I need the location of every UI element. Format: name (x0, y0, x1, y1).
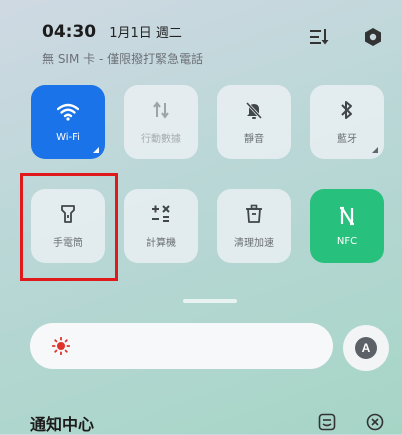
expand-indicator (372, 147, 378, 153)
tile-label: 計算機 (146, 238, 176, 249)
calculator-icon (150, 203, 172, 225)
status-bar: 04:30 1月1日 週二 (42, 22, 182, 42)
tile-label: Wi-Fi (56, 132, 80, 143)
tile-label: 清理加速 (234, 238, 274, 249)
tile-bluetooth[interactable]: 藍牙 (310, 85, 384, 159)
trash-icon (243, 203, 265, 225)
tile-mobile-data[interactable]: 行動數據 (124, 85, 198, 159)
clock: 04:30 (42, 22, 97, 42)
tile-calculator[interactable]: 計算機 (124, 189, 198, 263)
tile-mute[interactable]: 靜音 (217, 85, 291, 159)
tile-label: NFC (336, 236, 358, 247)
wifi-icon (57, 101, 79, 123)
tile-cleanup[interactable]: 清理加速 (217, 189, 291, 263)
mobile-data-icon (150, 99, 172, 121)
bell-off-icon (243, 99, 265, 121)
brightness-slider[interactable] (30, 323, 333, 369)
tile-label: 藍牙 (337, 134, 357, 145)
auto-brightness-button[interactable]: A (343, 325, 389, 371)
tile-nfc[interactable]: NFC (310, 189, 384, 263)
sun-icon (51, 336, 71, 356)
settings-icon[interactable] (362, 26, 384, 48)
date: 1月1日 週二 (109, 26, 182, 41)
sim-status: 無 SIM 卡 - 僅限撥打緊急電話 (42, 52, 204, 66)
bluetooth-icon (336, 99, 358, 121)
auto-brightness-icon: A (355, 337, 377, 359)
clear-all-icon[interactable] (364, 411, 386, 433)
tile-wifi[interactable]: Wi-Fi (31, 85, 105, 159)
nfc-icon (336, 205, 358, 227)
flashlight-highlight-box (20, 173, 118, 281)
notification-settings-icon[interactable] (316, 411, 338, 433)
tile-label: 靜音 (244, 134, 264, 145)
drag-handle[interactable] (183, 299, 237, 303)
notification-center-title: 通知中心 (30, 415, 95, 434)
expand-indicator (93, 147, 99, 153)
sort-icon[interactable] (308, 26, 330, 48)
tile-label: 行動數據 (141, 134, 181, 145)
